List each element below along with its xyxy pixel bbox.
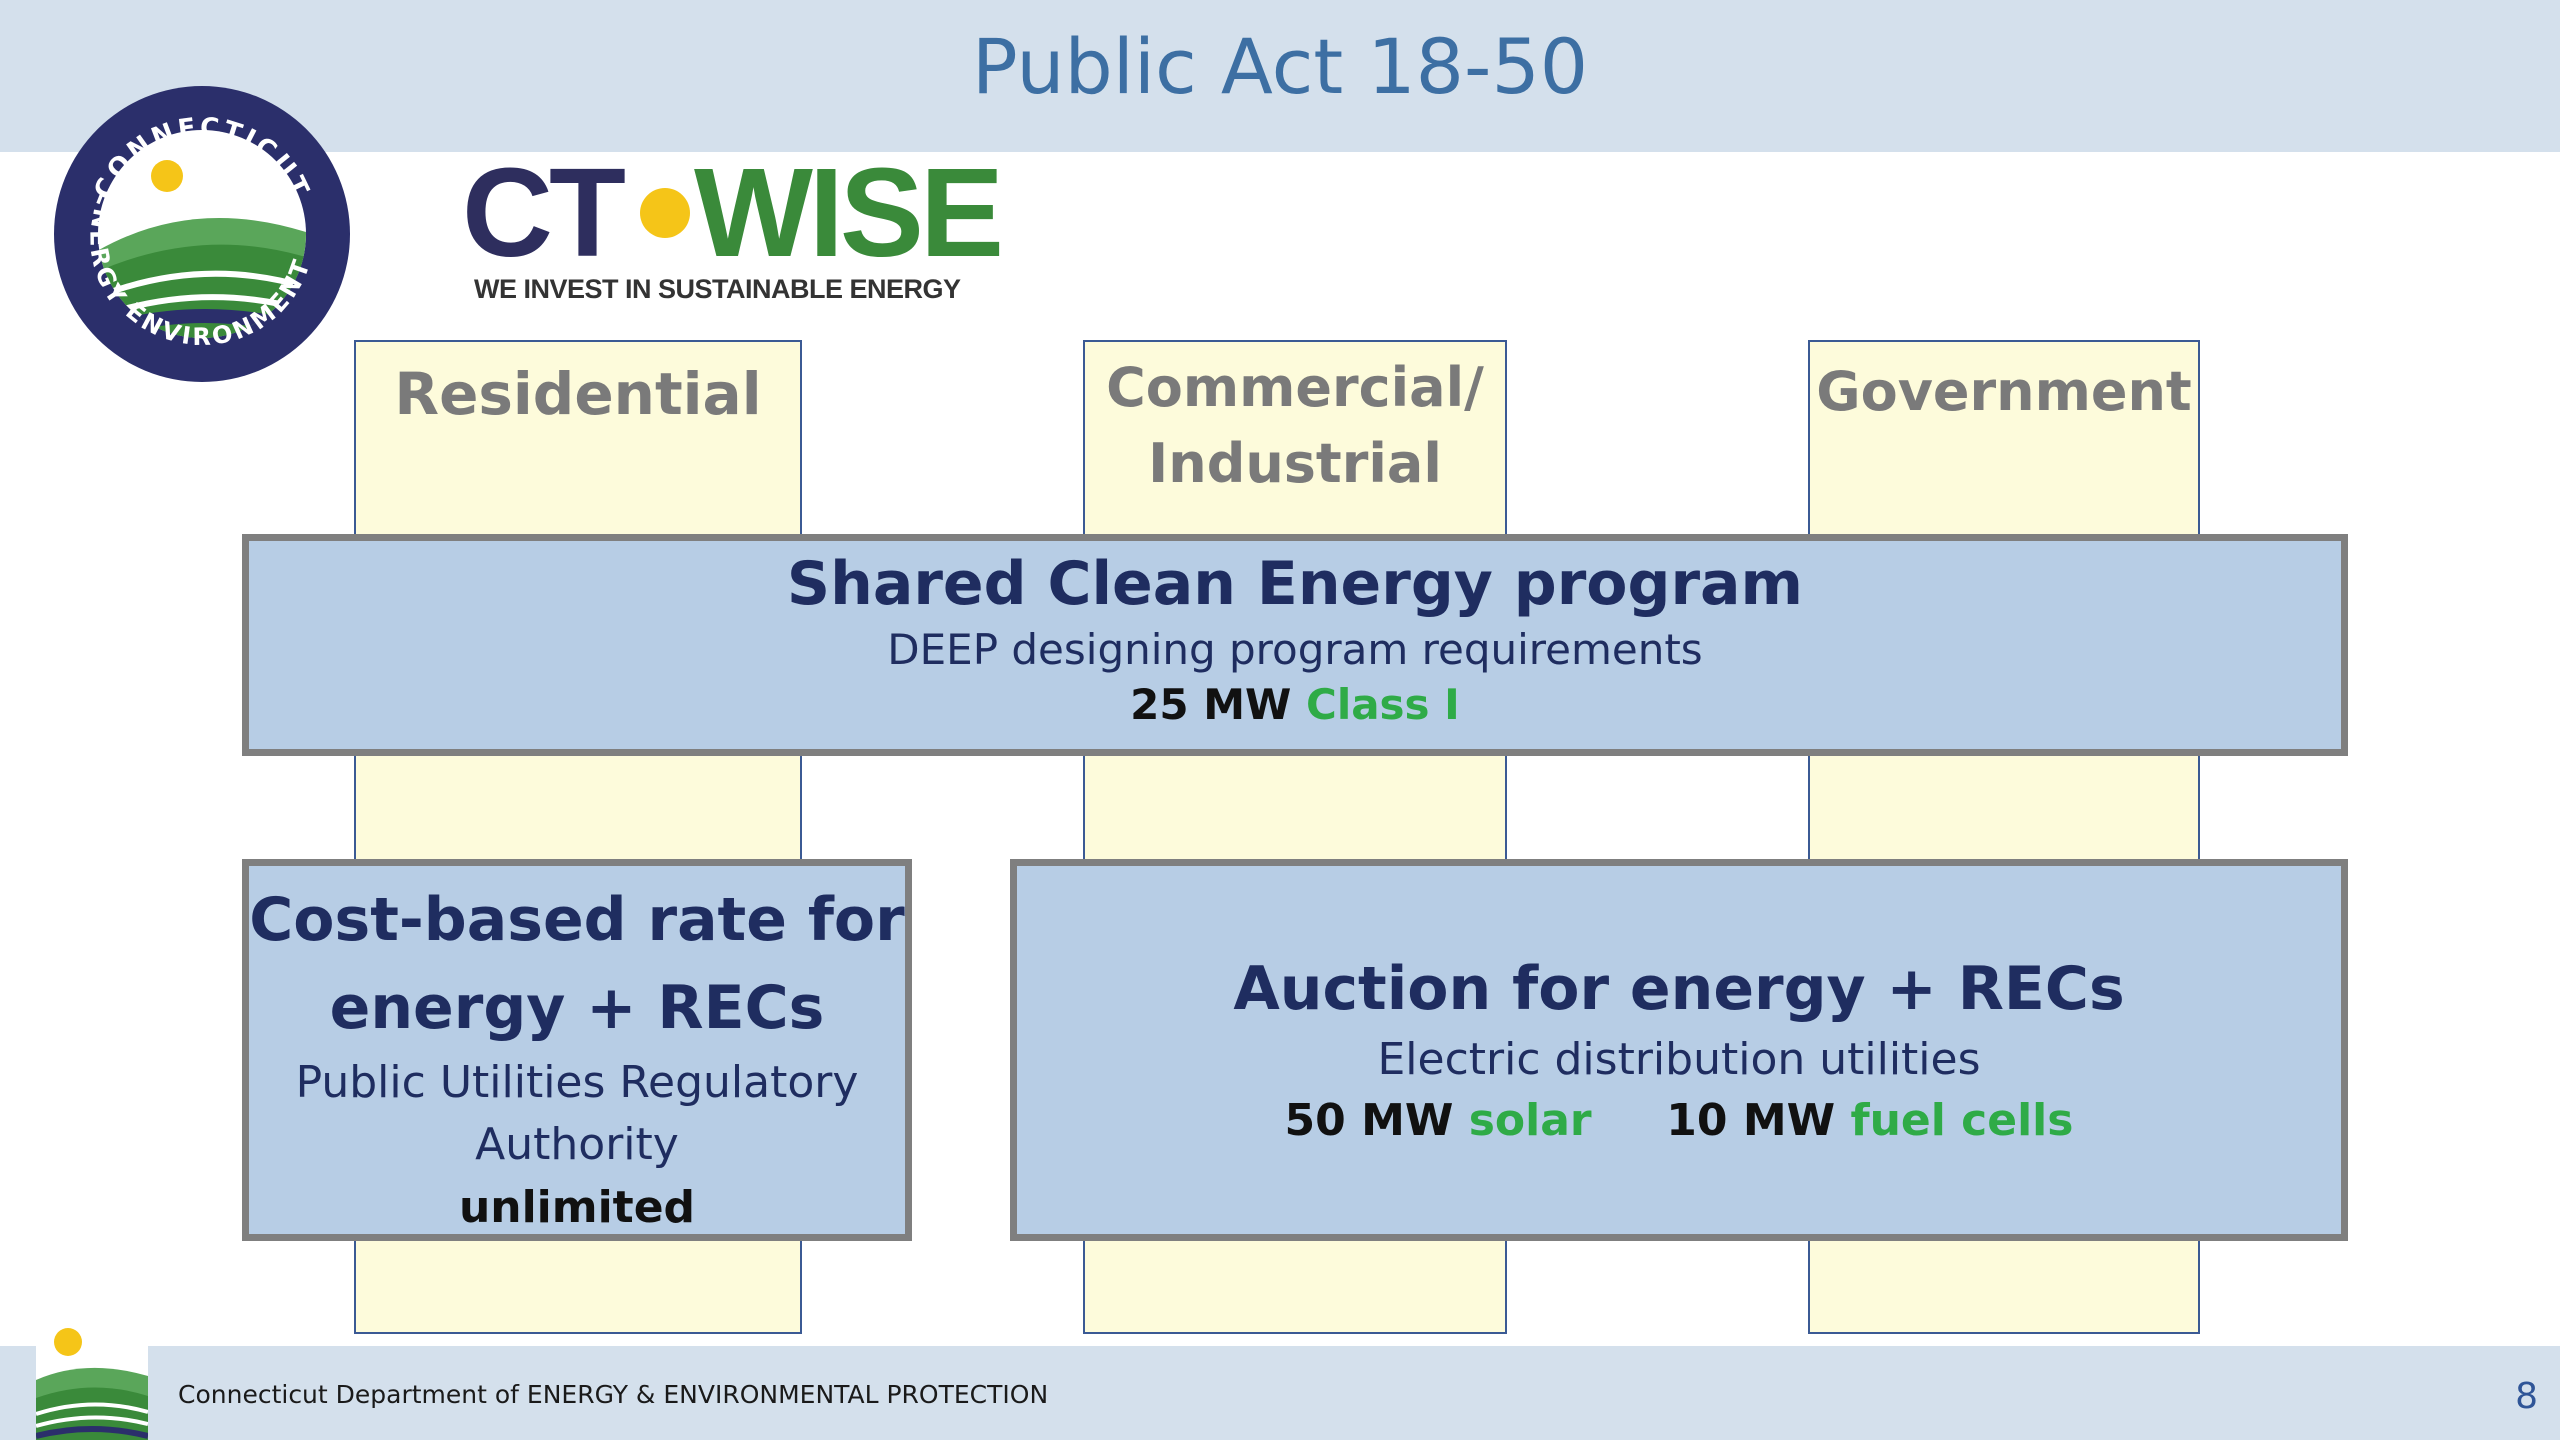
auction-fuel-label: fuel cells xyxy=(1850,1095,2074,1146)
shared-capacity-line: 25 MW Class I xyxy=(249,680,2341,729)
footer-department: Connecticut Department of ENERGY & ENVIR… xyxy=(178,1380,1049,1409)
auction-fuel-mw: 10 MW xyxy=(1666,1095,1836,1146)
shared-subtitle: DEEP designing program requirements xyxy=(887,625,1703,674)
cost-subtitle: Public Utilities Regulatory Authority xyxy=(249,1052,905,1176)
column-label-commercial-line1: Commercial/ xyxy=(1106,356,1484,419)
auction-solar-label: solar xyxy=(1468,1095,1592,1146)
cost-based-rate-box: Cost-based rate for energy + RECs Public… xyxy=(242,859,912,1241)
slide-header: Public Act 18-50 xyxy=(0,0,2560,152)
deep-seal-logo: CONNECTICUT ENERGY ENVIRONMENT xyxy=(54,86,350,382)
column-label-government: Government xyxy=(1816,360,2192,423)
cost-limit: unlimited xyxy=(458,1182,696,1233)
ctwise-tagline: WE INVEST IN SUSTAINABLE ENERGY xyxy=(474,274,961,304)
column-label-commercial-line2: Industrial xyxy=(1148,432,1442,495)
sun-icon xyxy=(151,160,183,192)
column-label-commercial-industrial: Commercial/ Industrial xyxy=(1085,350,1505,502)
cost-heading-line2: energy + RECs xyxy=(329,973,825,1043)
auction-heading: Auction for energy + RECs xyxy=(1233,954,2125,1024)
auction-solar-mw: 50 MW xyxy=(1284,1095,1454,1146)
ctwise-ct-text: CT xyxy=(462,142,626,283)
shared-heading: Shared Clean Energy program xyxy=(786,549,1804,619)
shared-clean-energy-box: Shared Clean Energy program DEEP designi… xyxy=(242,534,2348,756)
cost-subtitle-line2: Authority xyxy=(475,1119,679,1170)
footer-deep-logo-icon xyxy=(36,1318,148,1440)
shared-capacity: 25 MW xyxy=(1130,680,1292,729)
ctwise-sun-dot-icon xyxy=(640,188,690,238)
cost-heading-line1: Cost-based rate for xyxy=(249,885,905,955)
cost-heading: Cost-based rate for energy + RECs xyxy=(249,876,905,1052)
ctwise-logo: CT WISE WE INVEST IN SUSTAINABLE ENERGY xyxy=(462,150,1062,320)
shared-class: Class I xyxy=(1306,680,1460,729)
page-number: 8 xyxy=(2515,1376,2538,1417)
column-label-residential: Residential xyxy=(394,360,762,428)
slide-footer: Connecticut Department of ENERGY & ENVIR… xyxy=(0,1346,2560,1440)
cost-subtitle-line1: Public Utilities Regulatory xyxy=(295,1057,859,1108)
slide-title: Public Act 18-50 xyxy=(971,22,1589,111)
auction-box: Auction for energy + RECs Electric distr… xyxy=(1010,859,2348,1241)
auction-capacity-line: 50 MW solar 10 MW fuel cells xyxy=(1017,1095,2341,1146)
auction-subtitle: Electric distribution utilities xyxy=(1377,1034,1981,1085)
ctwise-wise-text: WISE xyxy=(694,142,1004,283)
